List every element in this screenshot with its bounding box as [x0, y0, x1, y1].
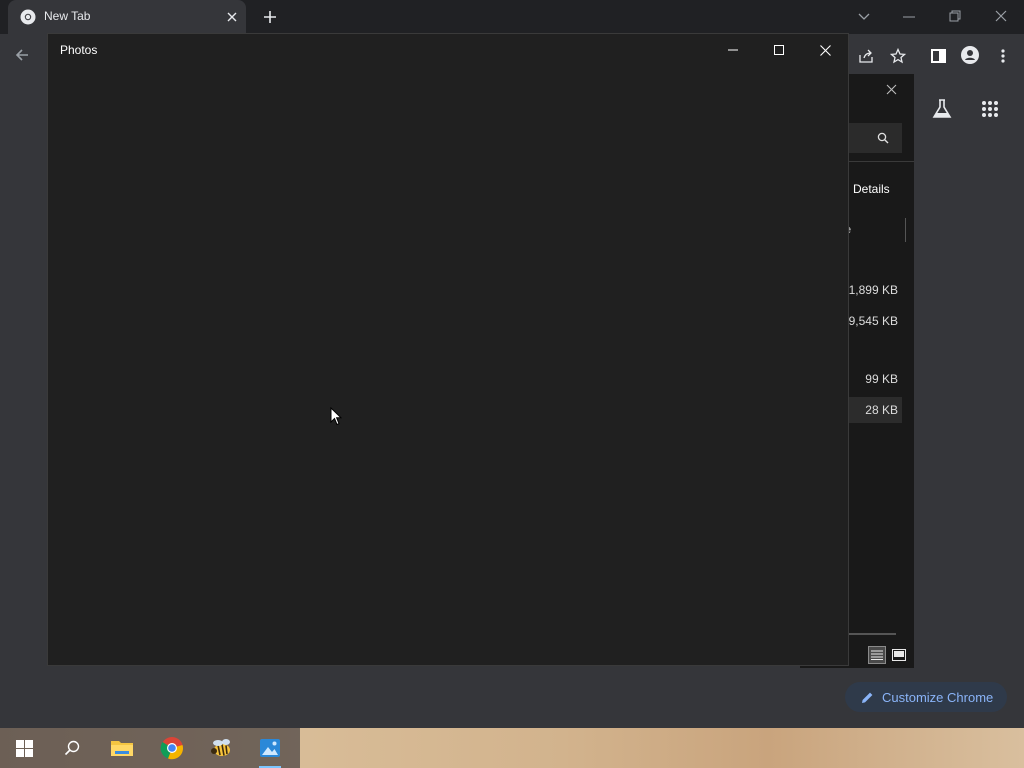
taskbar-search-icon[interactable]: [49, 728, 95, 768]
arrow-left-icon[interactable]: [12, 45, 32, 65]
mouse-cursor-icon: [330, 407, 342, 426]
window-title: Photos: [60, 43, 98, 57]
side-panel-icon[interactable]: [928, 46, 948, 66]
profile-icon[interactable]: [960, 45, 980, 65]
photos-window[interactable]: Photos: [47, 33, 849, 666]
close-window-icon[interactable]: [992, 7, 1010, 25]
file-size: 1,899 KB: [848, 283, 898, 297]
minimize-icon[interactable]: [900, 8, 918, 26]
tab-search-icon[interactable]: [855, 8, 873, 26]
customize-chrome-label: Customize Chrome: [882, 689, 994, 705]
minimize-button[interactable]: [710, 34, 756, 66]
customize-chrome-button[interactable]: Customize Chrome: [845, 682, 1007, 712]
restore-icon[interactable]: [946, 7, 964, 25]
file-size: 29,545 KB: [841, 314, 898, 328]
ribbon-divider: [848, 161, 914, 162]
details-pane-button[interactable]: Details: [853, 182, 890, 196]
column-separator[interactable]: [905, 218, 906, 242]
chrome-icon[interactable]: [149, 728, 195, 768]
bee-icon[interactable]: [198, 728, 244, 768]
close-tab-icon[interactable]: [224, 9, 240, 25]
windows-logo-icon[interactable]: [1, 728, 47, 768]
flask-icon[interactable]: [930, 97, 954, 121]
file-size: 99 KB: [865, 372, 898, 386]
more-vert-icon[interactable]: [993, 46, 1013, 66]
explorer-search-box[interactable]: [848, 123, 902, 153]
share-icon[interactable]: [856, 46, 876, 66]
maximize-button[interactable]: [756, 34, 802, 66]
search-icon[interactable]: [876, 131, 890, 145]
close-button[interactable]: [802, 34, 848, 66]
star-icon[interactable]: [888, 46, 908, 66]
close-icon[interactable]: [884, 82, 898, 96]
large-icons-view-icon[interactable]: [890, 646, 908, 664]
folder-icon[interactable]: [99, 728, 145, 768]
new-tab-button[interactable]: [261, 8, 279, 26]
details-view-icon[interactable]: [868, 646, 886, 664]
apps-grid-icon[interactable]: [979, 98, 1001, 120]
tab-title: New Tab: [44, 9, 91, 23]
file-size: 28 KB: [865, 403, 898, 417]
status-bar-line: [848, 633, 896, 635]
chrome-logo-icon: [20, 9, 36, 25]
photos-icon[interactable]: [247, 728, 293, 768]
pencil-icon: [861, 691, 874, 704]
